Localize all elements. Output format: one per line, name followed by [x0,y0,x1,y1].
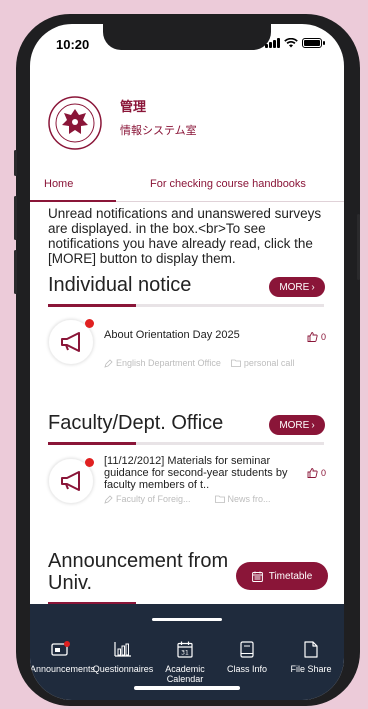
chevron-right-icon: › [311,281,315,293]
signal-icon [265,38,280,48]
more-label: MORE [279,419,310,431]
status-time: 10:20 [56,37,90,52]
notice-meta: Faculty of Foreig... News fro... [104,494,271,504]
like-button[interactable]: 0 [307,332,326,342]
unread-dot [85,319,94,328]
nav-questionnaires[interactable]: Questionnaires [92,638,154,674]
battery-icon [302,38,325,48]
tab-bar: Home For checking course handbooks [30,174,344,202]
svg-text:31: 31 [181,649,189,656]
chart-icon [114,642,131,657]
tab-home[interactable]: Home [44,178,73,190]
pencil-icon [104,494,113,504]
faculty-notice-item[interactable]: [11/12/2012] Materials for seminar guida… [48,454,326,508]
individual-notice-title: Individual notice [48,274,192,296]
chevron-right-icon: › [311,419,315,431]
department-subtitle: 情報システム室 [120,125,197,137]
thumbs-up-icon [307,332,318,342]
notice-category: personal call [243,358,295,368]
pencil-icon [104,358,113,368]
notice-author: English Department Office [116,358,221,368]
folder-icon [214,495,225,503]
phone-volume-up [14,196,17,240]
department-header: 管理 情報システム室 [48,96,197,150]
megaphone-icon [61,332,80,352]
notice-title: About Orientation Day 2025 [104,329,240,341]
folder-icon [230,359,241,367]
more-label: MORE [279,281,310,293]
nav-class-info[interactable]: Class Info [216,638,278,674]
notice-icon-wrap [48,319,94,365]
nav-announcements[interactable]: Announcements [30,638,95,674]
status-bar: 10:20 [30,24,344,68]
timetable-label: Timetable [268,570,313,582]
notice-category: News fro... [227,494,271,504]
nav-academic-calendar[interactable]: 31 Academic Calendar [154,638,216,684]
unread-dot [85,458,94,467]
app-screen: 10:20 管理 情報システム室 Home For checking cours… [30,24,344,700]
nav-handle [152,618,222,621]
phone-volume-down [14,250,17,294]
faculty-more-button[interactable]: MORE › [269,415,325,435]
notice-author: Faculty of Foreig... [116,494,191,504]
individual-notice-item[interactable]: About Orientation Day 2025 English Depar… [48,319,326,369]
notice-title: [11/12/2012] Materials for seminar guida… [104,455,288,491]
notch [103,24,271,50]
timetable-icon [251,571,263,582]
phone-power-button [357,214,360,280]
home-indicator[interactable] [134,686,240,690]
like-button[interactable]: 0 [307,468,326,478]
status-icons [265,38,325,48]
announcement-title: Announcement from Univ. [48,550,229,594]
phone-side-button [14,150,17,176]
tab-course-handbooks[interactable]: For checking course handbooks [150,178,306,190]
intro-text: Unread notifications and unanswered surv… [48,206,322,266]
faculty-office-title: Faculty/Dept. Office [48,412,224,434]
like-count: 0 [320,332,326,342]
nav-file-share[interactable]: File Share [280,638,342,674]
announcement-icon [51,641,70,656]
megaphone-icon [61,471,80,491]
like-count: 0 [320,468,326,478]
book-icon [240,640,254,658]
faculty-section-rule [48,442,324,445]
notice-meta: English Department Office personal call [104,358,294,368]
active-tab-indicator [30,200,116,202]
department-title: 管理 [120,99,147,114]
timetable-button[interactable]: Timetable [236,562,328,590]
thumbs-up-icon [307,468,318,478]
individual-section-rule [48,304,324,307]
individual-more-button[interactable]: MORE › [269,277,325,297]
file-icon [304,640,318,658]
notice-icon-wrap [48,458,94,504]
university-seal-icon [48,96,102,150]
wifi-icon [284,38,298,48]
calendar-icon: 31 [177,641,193,658]
